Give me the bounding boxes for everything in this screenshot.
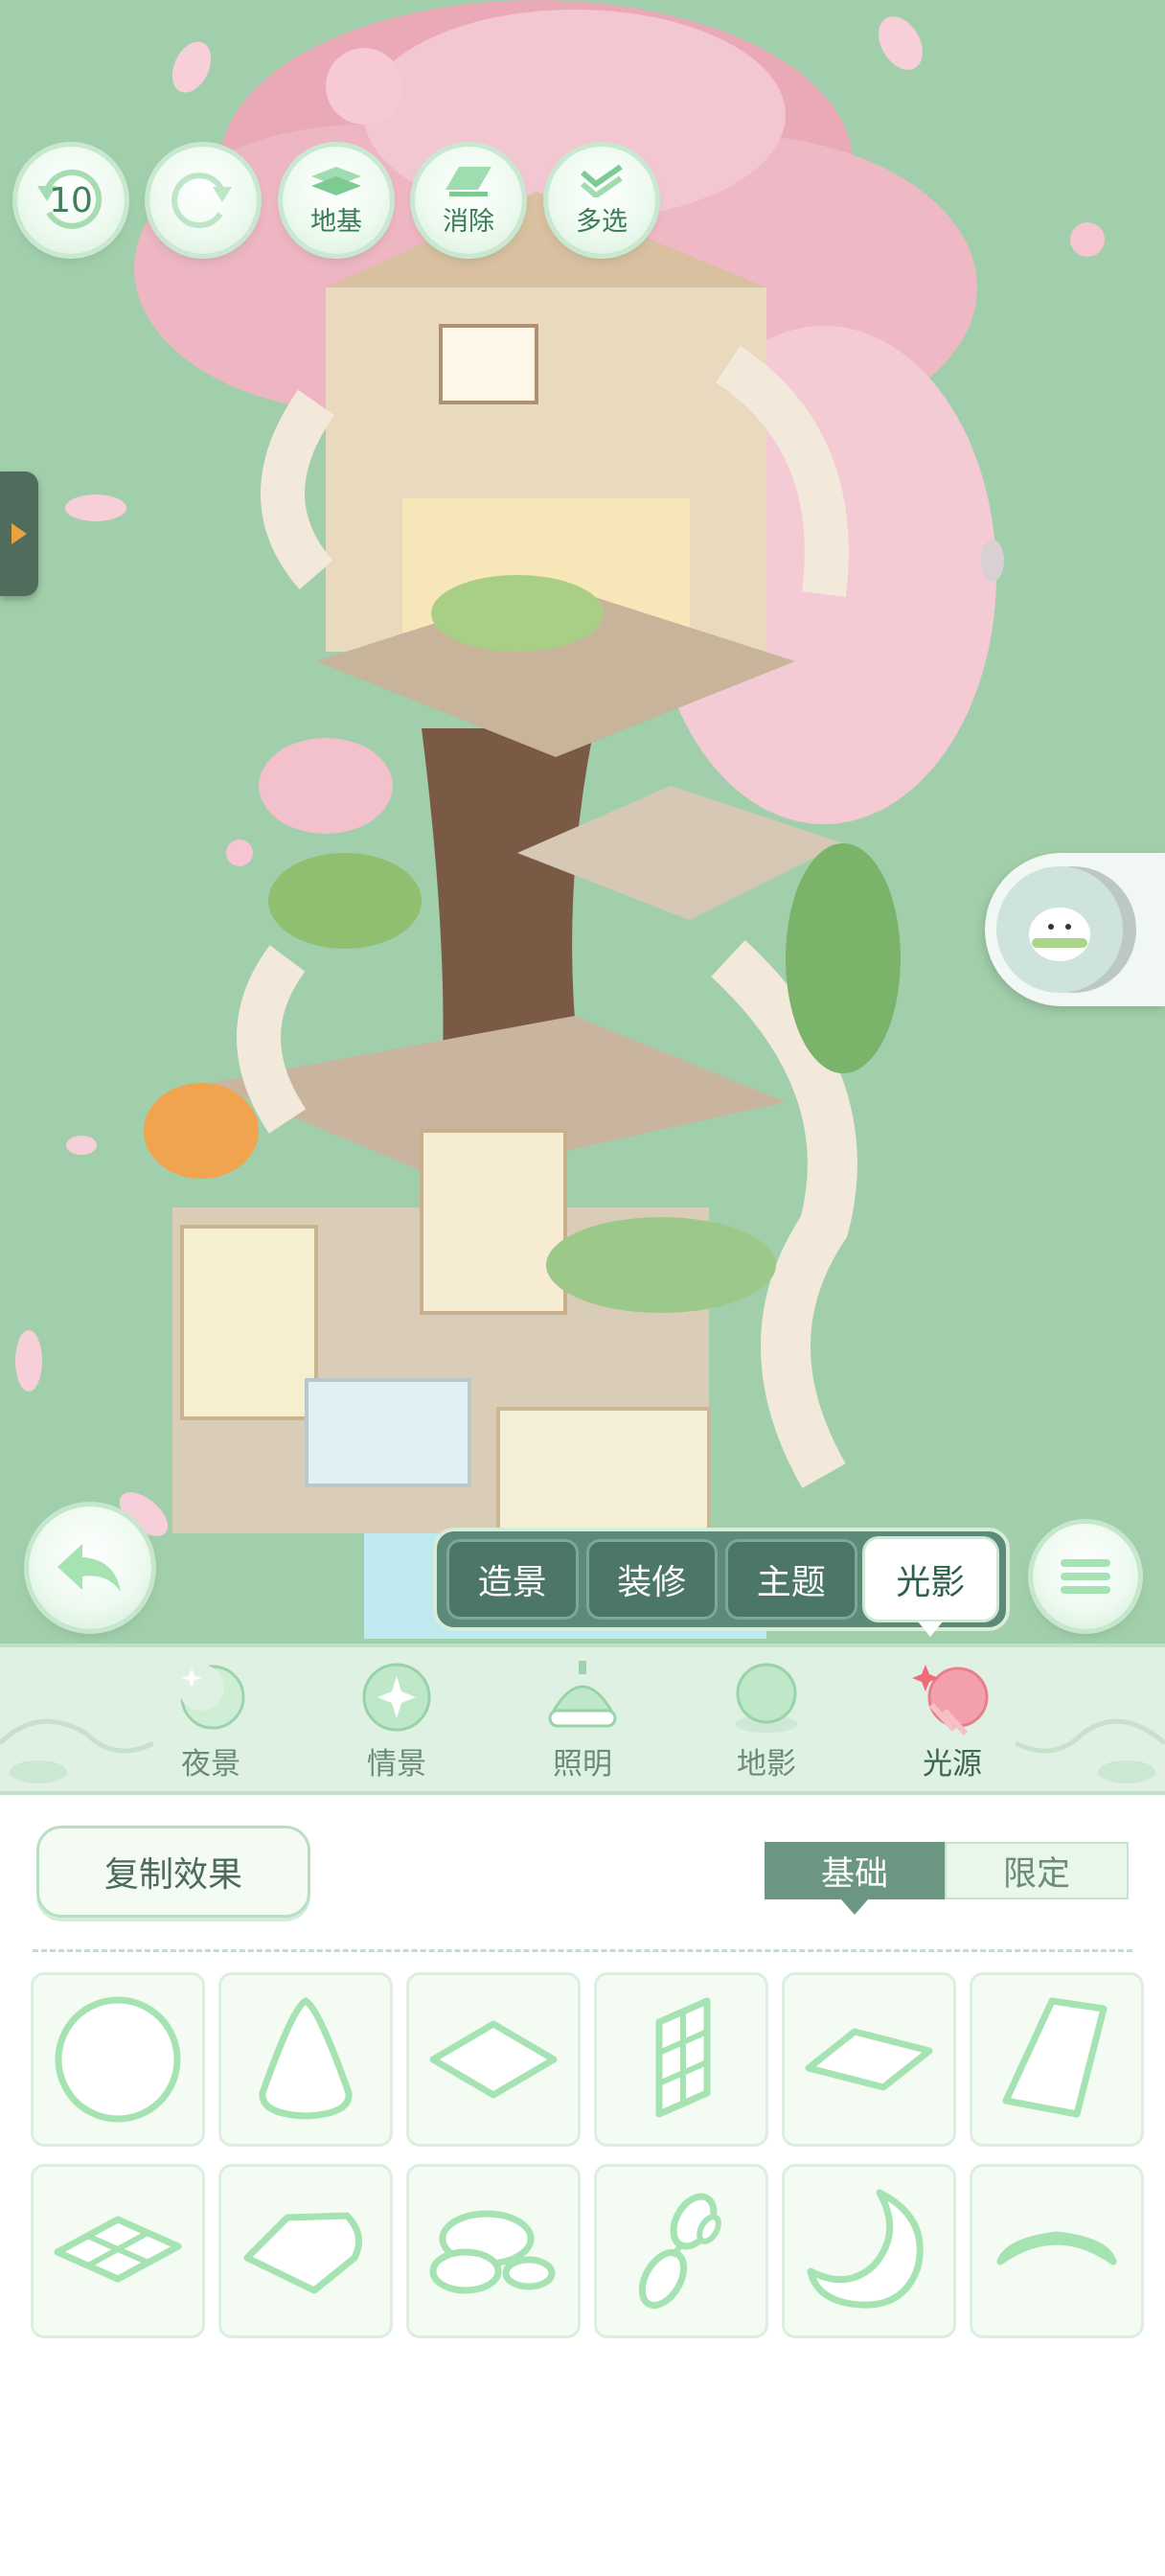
shape-item[interactable] [406,1972,581,2147]
foundation-label: 地基 [310,206,362,237]
filter-segment: 基础 限定 [765,1842,1129,1915]
segment-basic[interactable]: 基础 [765,1842,945,1915]
crescent-shape-icon [807,2189,924,2309]
shape-item[interactable] [970,1972,1144,2147]
tab-decoration[interactable]: 装修 [585,1539,718,1620]
category-light-source[interactable]: 光源 [895,1657,1010,1791]
npc-avatar-icon [996,866,1123,993]
shape-item[interactable] [31,2164,205,2338]
undo-arrow-icon: 10 [37,169,103,229]
category-label: 光源 [923,1747,982,1782]
foundation-button[interactable]: 地基 [283,147,390,254]
tab-theme[interactable]: 主题 [725,1539,857,1620]
kite-shape-icon [243,2212,362,2294]
back-button[interactable] [29,1506,151,1629]
multi-select-icon [575,164,628,198]
erase-button[interactable]: 消除 [415,147,522,254]
shape-item[interactable] [782,1972,956,2147]
game-scene[interactable]: 10 地基 消除 多选 造景 装修 主题 光影 [0,0,1165,1644]
window-shape-icon [655,1997,711,2118]
shape-item[interactable] [594,2164,768,2338]
undo-button[interactable]: 10 [17,147,125,254]
flat-diamond-shape-icon [805,2028,933,2091]
lamp-icon [548,1661,617,1728]
foundation-icon [309,164,363,198]
segment-limited[interactable]: 限定 [945,1842,1129,1899]
shape-item[interactable] [406,2164,581,2338]
cone-shape-icon [259,1997,353,2120]
category-night-scene[interactable]: 夜景 [153,1657,268,1791]
multi-select-label: 多选 [576,206,628,237]
shape-item[interactable] [782,2164,956,2338]
diamond-shape-icon [429,2020,558,2099]
tab-light-shadow[interactable]: 光影 [864,1539,996,1637]
tab-landscape[interactable]: 造景 [446,1539,579,1620]
redo-button[interactable] [149,147,257,254]
shape-item[interactable] [970,2164,1144,2338]
moon-icon [178,1665,245,1730]
divider [33,1949,1132,1952]
eraser-icon [442,164,495,198]
menu-icon [1061,1559,1110,1594]
side-drawer-handle[interactable] [0,472,38,596]
trapezoid-shape-icon [1002,1997,1108,2118]
shape-item[interactable] [218,1972,393,2147]
redo-arrow-icon [165,172,241,229]
menu-button[interactable] [1033,1524,1138,1629]
mode-tab-bar: 造景 装修 主题 光影 [433,1528,1010,1637]
light-category-bar: 夜景 情景 照明 地影 光源 [0,1644,1165,1795]
sparkle-orb-icon [362,1663,431,1732]
npc-helper-tab[interactable] [985,853,1165,1006]
undo-count: 10 [49,180,93,220]
category-lighting[interactable]: 照明 [525,1657,640,1791]
category-label: 夜景 [181,1747,240,1782]
light-source-icon [912,1665,989,1736]
category-scenario[interactable]: 情景 [339,1657,454,1791]
category-label: 照明 [553,1747,612,1782]
category-label: 情景 [367,1747,426,1782]
circle-shape-icon [55,1996,181,2123]
copy-effect-button[interactable]: 复制效果 [36,1826,310,1918]
erase-label: 消除 [443,206,494,237]
cloud-shape-icon [429,2210,556,2294]
shape-item[interactable] [218,2164,393,2338]
multi-select-button[interactable]: 多选 [548,147,655,254]
shape-item[interactable] [31,1972,205,2147]
ground-shadow-icon [736,1663,797,1733]
category-label: 地影 [737,1747,796,1782]
grid-tile-shape-icon [54,2216,182,2283]
category-ground-shadow[interactable]: 地影 [709,1657,824,1791]
arc-shape-icon [996,2231,1117,2266]
back-arrow-icon [57,1544,121,1592]
bubbles-shape-icon [638,2193,721,2309]
shape-item[interactable] [594,1972,768,2147]
